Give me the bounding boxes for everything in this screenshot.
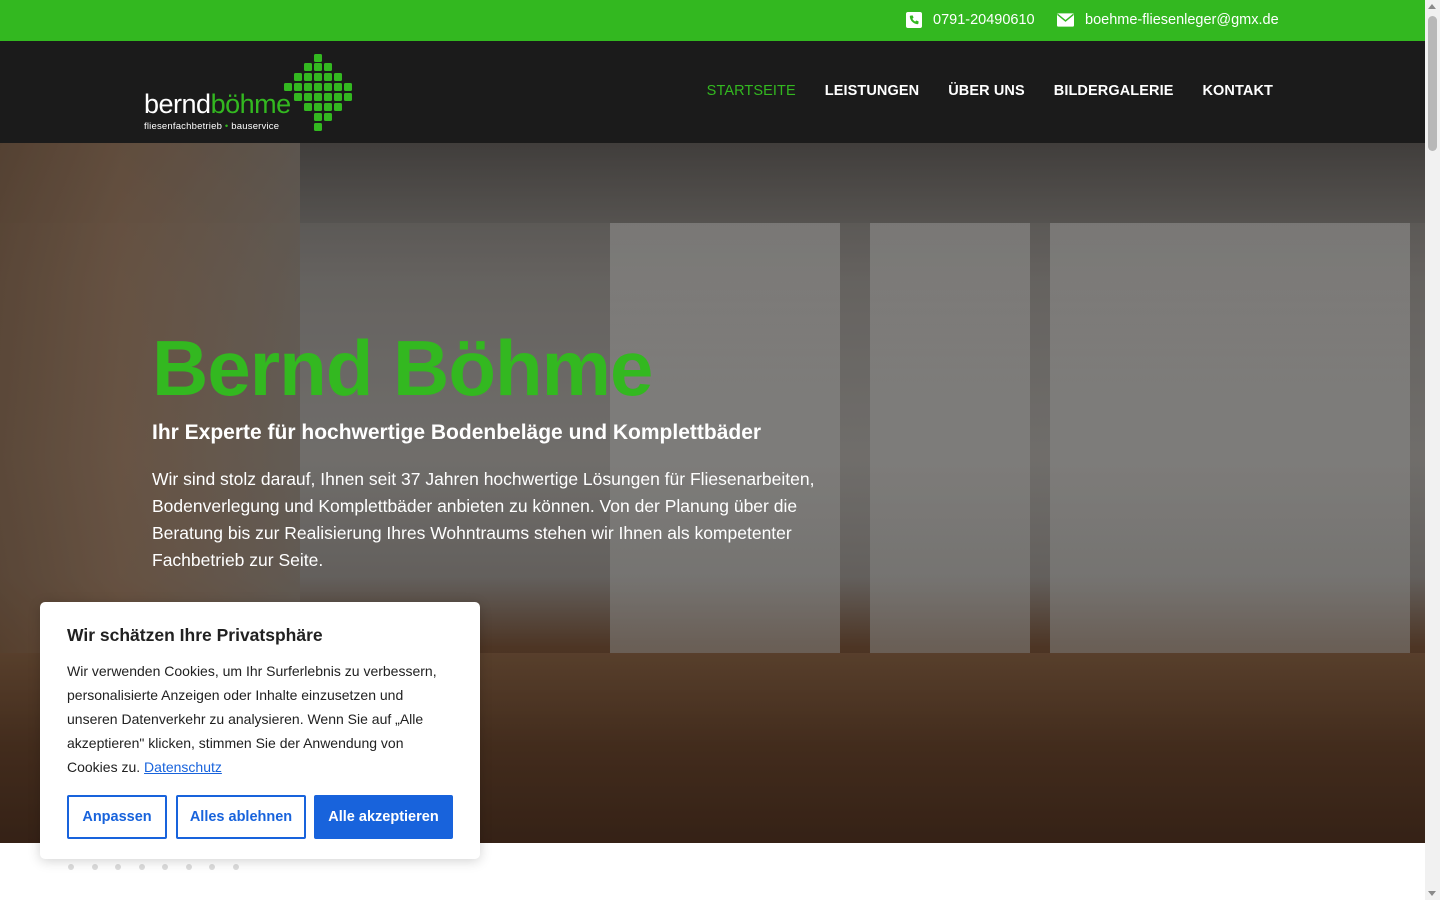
logo-wordmark: berndböhme: [144, 91, 291, 118]
dot: [138, 864, 145, 870]
dot: [162, 864, 168, 870]
email-address: boehme-fliesenleger@gmx.de: [1085, 11, 1279, 28]
phone-link[interactable]: 0791-20490610: [905, 11, 1035, 28]
cookie-text: Wir verwenden Cookies, um Ihr Surferlebn…: [67, 659, 447, 779]
dot: [209, 864, 215, 870]
logo-tagline-part2: bauservice: [231, 121, 280, 132]
dot: [185, 864, 192, 870]
email-link[interactable]: boehme-fliesenleger@gmx.de: [1057, 11, 1279, 28]
dot-pattern: [68, 864, 239, 870]
page-scrollbar[interactable]: [1425, 0, 1440, 900]
reject-all-button[interactable]: Alles ablehnen: [176, 795, 306, 839]
scrollbar-thumb[interactable]: [1428, 16, 1437, 151]
nav-item-bildergalerie[interactable]: BILDERGALERIE: [1054, 83, 1174, 99]
hero-subtitle: Ihr Experte für hochwertige Bodenbeläge …: [152, 421, 762, 444]
cookie-consent-banner: Wir schätzen Ihre Privatsphäre Wir verwe…: [40, 602, 480, 859]
dot: [68, 864, 74, 870]
logo-word-bernd: bernd: [144, 89, 211, 119]
logo-tagline: fliesenfachbetrieb • bauservice: [144, 121, 279, 132]
scroll-up-arrow-icon[interactable]: [1428, 4, 1436, 9]
phone-number: 0791-20490610: [933, 11, 1035, 28]
logo-word-boehme: böhme: [210, 89, 292, 119]
site-header: berndböhme fliesenfachbetrieb • bauservi…: [0, 41, 1425, 143]
dot: [115, 864, 121, 870]
accept-all-button[interactable]: Alle akzeptieren: [314, 795, 453, 839]
logo[interactable]: berndböhme fliesenfachbetrieb • bauservi…: [144, 53, 360, 133]
envelope-icon: [1057, 11, 1074, 28]
phone-icon: [905, 11, 922, 28]
tile-grid-logo-icon: [284, 54, 352, 131]
main-nav: STARTSEITE LEISTUNGEN ÜBER UNS BILDERGAL…: [707, 83, 1273, 99]
dot: [91, 864, 98, 870]
logo-tagline-part1: fliesenfachbetrieb: [144, 121, 223, 132]
cookie-title: Wir schätzen Ihre Privatsphäre: [67, 625, 323, 645]
nav-item-ueber-uns[interactable]: ÜBER UNS: [948, 83, 1025, 99]
privacy-policy-link[interactable]: Datenschutz: [144, 759, 222, 775]
nav-item-leistungen[interactable]: LEISTUNGEN: [825, 83, 919, 99]
top-contact-bar: 0791-20490610 boehme-fliesenleger@gmx.de: [0, 0, 1425, 41]
hero-title: Bernd Böhme: [152, 324, 653, 412]
logo-tagline-dot: •: [224, 121, 229, 132]
customize-button[interactable]: Anpassen: [67, 795, 167, 839]
hero-text: Wir sind stolz darauf, Ihnen seit 37 Jah…: [152, 469, 815, 570]
page: 0791-20490610 boehme-fliesenleger@gmx.de…: [0, 0, 1440, 900]
scroll-down-arrow-icon[interactable]: [1428, 891, 1436, 896]
nav-item-startseite[interactable]: STARTSEITE: [707, 83, 796, 99]
dot: [232, 864, 239, 870]
nav-item-kontakt[interactable]: KONTAKT: [1202, 83, 1273, 99]
cookie-text-body: Wir verwenden Cookies, um Ihr Surferlebn…: [67, 663, 437, 775]
